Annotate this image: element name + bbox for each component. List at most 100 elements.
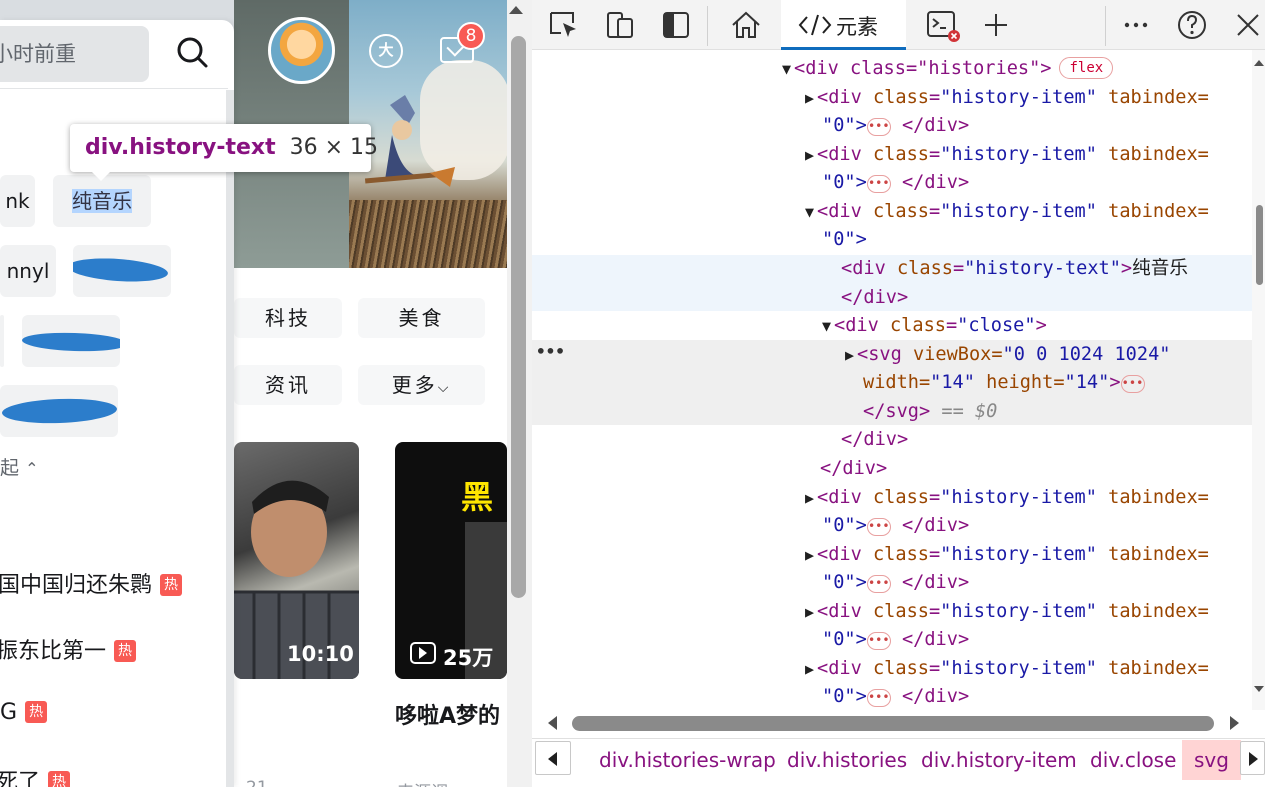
video-title[interactable]: 哆啦A梦的 <box>395 698 500 730</box>
home-icon[interactable] <box>728 7 764 43</box>
dom-tree: ••• ▼ <div class="histories"> flex ▶ <div c… <box>532 50 1252 710</box>
dom-tree-hscrollbar-thumb[interactable] <box>572 716 1214 731</box>
code-brackets-icon <box>798 14 832 36</box>
channel-more[interactable]: 更多⌵ <box>358 365 485 405</box>
breadcrumb-scroll-left-button[interactable] <box>535 741 571 775</box>
dom-node-svg-selected[interactable]: ▶ <svg viewBox="0 0 1024 1024" <box>845 341 1170 369</box>
dom-tree-scrollbar[interactable] <box>1252 50 1265 710</box>
video-card-1[interactable]: 10:10 <box>234 442 359 679</box>
video-card-2[interactable]: 黑 25万 <box>395 442 507 679</box>
video-duration: 10:10 <box>287 642 354 666</box>
hot-badge: 热 <box>25 701 48 723</box>
dom-node-svg-cont: width="14" height="14">••• <box>863 372 1145 393</box>
scroll-down-arrow-icon[interactable] <box>1254 686 1264 692</box>
history-tag-redacted[interactable] <box>0 385 118 437</box>
dom-node-close-tag: </div> <box>820 458 888 479</box>
dynamic-icon[interactable]: 大 <box>369 34 403 68</box>
collapsed-ellipsis[interactable]: ••• <box>1120 375 1145 393</box>
scroll-right-arrow-icon[interactable] <box>1230 716 1239 730</box>
help-icon[interactable] <box>1174 7 1210 43</box>
hot-search-item[interactable]: 国中国归还朱鹮热 <box>0 567 183 599</box>
history-tag-redacted[interactable] <box>73 245 171 297</box>
tooltip-size: 36 × 15 <box>289 135 379 160</box>
dom-node-close-tag: </div> <box>841 287 909 308</box>
device-emulation-icon[interactable] <box>602 7 638 43</box>
dom-node-history-item-cont: "0">••• </div> <box>822 686 970 707</box>
dom-node-history-text[interactable]: <div class="history-text">纯音乐 <box>841 255 1188 283</box>
dom-node-history-item[interactable]: ▶ <div class="history-item" tabindex= <box>805 484 1209 512</box>
hot-badge: 热 <box>160 574 183 596</box>
history-tag[interactable]: nk <box>0 175 35 227</box>
page-scrollbar-thumb[interactable] <box>511 36 526 598</box>
channel-news[interactable]: 资讯 <box>234 365 342 405</box>
close-icon[interactable] <box>1230 7 1265 43</box>
dom-node-close[interactable]: ▼ <div class="close"> <box>822 312 1047 340</box>
history-tag-redacted[interactable] <box>22 315 120 367</box>
history-tag[interactable] <box>0 315 4 367</box>
dom-node-history-item[interactable]: ▶ <div class="history-item" tabindex= <box>805 598 1209 626</box>
dom-node-history-item-cont: "0">••• </div> <box>822 172 970 193</box>
collapsed-ellipsis[interactable]: ••• <box>866 632 891 650</box>
collapsed-triangle-icon: ▶ <box>805 546 815 564</box>
search-input[interactable]: 小时前重 <box>0 26 149 82</box>
web-page: 大 8 科技 美食 资讯 更多⌵ 10:10 黑 25万 哆啦A梦的 21 来源… <box>0 0 507 787</box>
expanded-triangle-icon: ▼ <box>822 317 832 335</box>
more-options-icon[interactable] <box>1118 7 1154 43</box>
breadcrumb-item[interactable]: div.history-item <box>921 748 1077 772</box>
collapsed-ellipsis[interactable]: ••• <box>866 518 891 536</box>
hot-search-label: 振东比第一 <box>0 639 107 664</box>
dom-node-history-item[interactable]: ▶ <div class="history-item" tabindex= <box>805 655 1209 683</box>
collapsed-ellipsis[interactable]: ••• <box>866 175 891 193</box>
dom-node-close-tag: </div> <box>841 429 909 450</box>
collapse-toggle[interactable]: 起 ⌃ <box>0 453 38 480</box>
breadcrumb-scroll-right-button[interactable] <box>1240 741 1265 775</box>
panel-scrollbar[interactable] <box>226 90 234 787</box>
history-text-content: 纯音乐 <box>1132 258 1188 279</box>
user-avatar[interactable] <box>268 17 335 84</box>
dom-node-history-item[interactable]: ▶ <div class="history-item" tabindex= <box>805 141 1209 169</box>
hot-search-item[interactable]: 振东比第一热 <box>0 633 137 665</box>
dom-node-history-item-expanded[interactable]: ▼ <div class="history-item" tabindex= <box>805 198 1209 226</box>
dom-node-history-item-cont: "0"> <box>822 229 867 250</box>
dom-node-history-item[interactable]: ▶ <div class="history-item" tabindex= <box>805 84 1209 112</box>
search-button[interactable] <box>168 30 218 76</box>
channel-food[interactable]: 美食 <box>358 298 485 338</box>
collapsed-triangle-icon: ▶ <box>805 603 815 621</box>
collapsed-ellipsis[interactable]: ••• <box>866 118 891 136</box>
channel-tech[interactable]: 科技 <box>234 298 342 338</box>
dom-node-history-item[interactable]: ▶ <div class="history-item" tabindex= <box>805 541 1209 569</box>
breadcrumb-item[interactable]: div.close <box>1090 748 1176 772</box>
history-tag-selected[interactable]: 纯音乐 <box>53 175 151 227</box>
search-input-text: 小时前重 <box>0 42 76 66</box>
breadcrumb-item[interactable]: div.histories <box>787 748 907 772</box>
inspect-element-icon[interactable] <box>546 7 582 43</box>
dom-node-histories[interactable]: ▼ <div class="histories"> flex <box>782 55 1114 83</box>
chevron-up-icon: ⌃ <box>25 459 39 478</box>
play-icon <box>410 642 436 664</box>
flex-badge[interactable]: flex <box>1059 57 1114 79</box>
collapsed-triangle-icon: ▶ <box>845 346 855 364</box>
search-icon <box>177 37 208 68</box>
history-tag-label: nk <box>5 189 30 213</box>
channel-more-label: 更多 <box>391 373 438 397</box>
scroll-up-arrow-icon[interactable] <box>1254 60 1264 66</box>
dock-sidebar-icon[interactable] <box>658 7 694 43</box>
dom-tree-scrollbar-thumb[interactable] <box>1256 205 1263 285</box>
inspector-tooltip: div.history-text 36 × 15 <box>70 124 378 181</box>
collapsed-ellipsis[interactable]: ••• <box>866 689 891 707</box>
history-tag[interactable]: nnyl <box>0 245 56 297</box>
hot-search-item[interactable]: G热 <box>0 700 48 725</box>
tooltip-selector: div.history-text <box>85 135 276 160</box>
scroll-up-arrow-icon[interactable] <box>509 6 523 14</box>
banner-grass <box>349 200 507 268</box>
breadcrumb-item-active[interactable]: svg <box>1182 740 1241 780</box>
scroll-left-arrow-icon[interactable] <box>548 716 557 730</box>
breadcrumb-item[interactable]: div.histories-wrap <box>599 748 776 772</box>
row-more-icon[interactable]: ••• <box>536 342 565 361</box>
hot-search-item[interactable]: 死了热 <box>0 764 71 787</box>
console-icon[interactable] <box>924 7 960 43</box>
add-tab-icon[interactable] <box>978 7 1014 43</box>
collapsed-ellipsis[interactable]: ••• <box>866 575 891 593</box>
notification-badge: 8 <box>457 22 485 50</box>
dom-node-history-item-cont: "0">••• </div> <box>822 515 970 536</box>
